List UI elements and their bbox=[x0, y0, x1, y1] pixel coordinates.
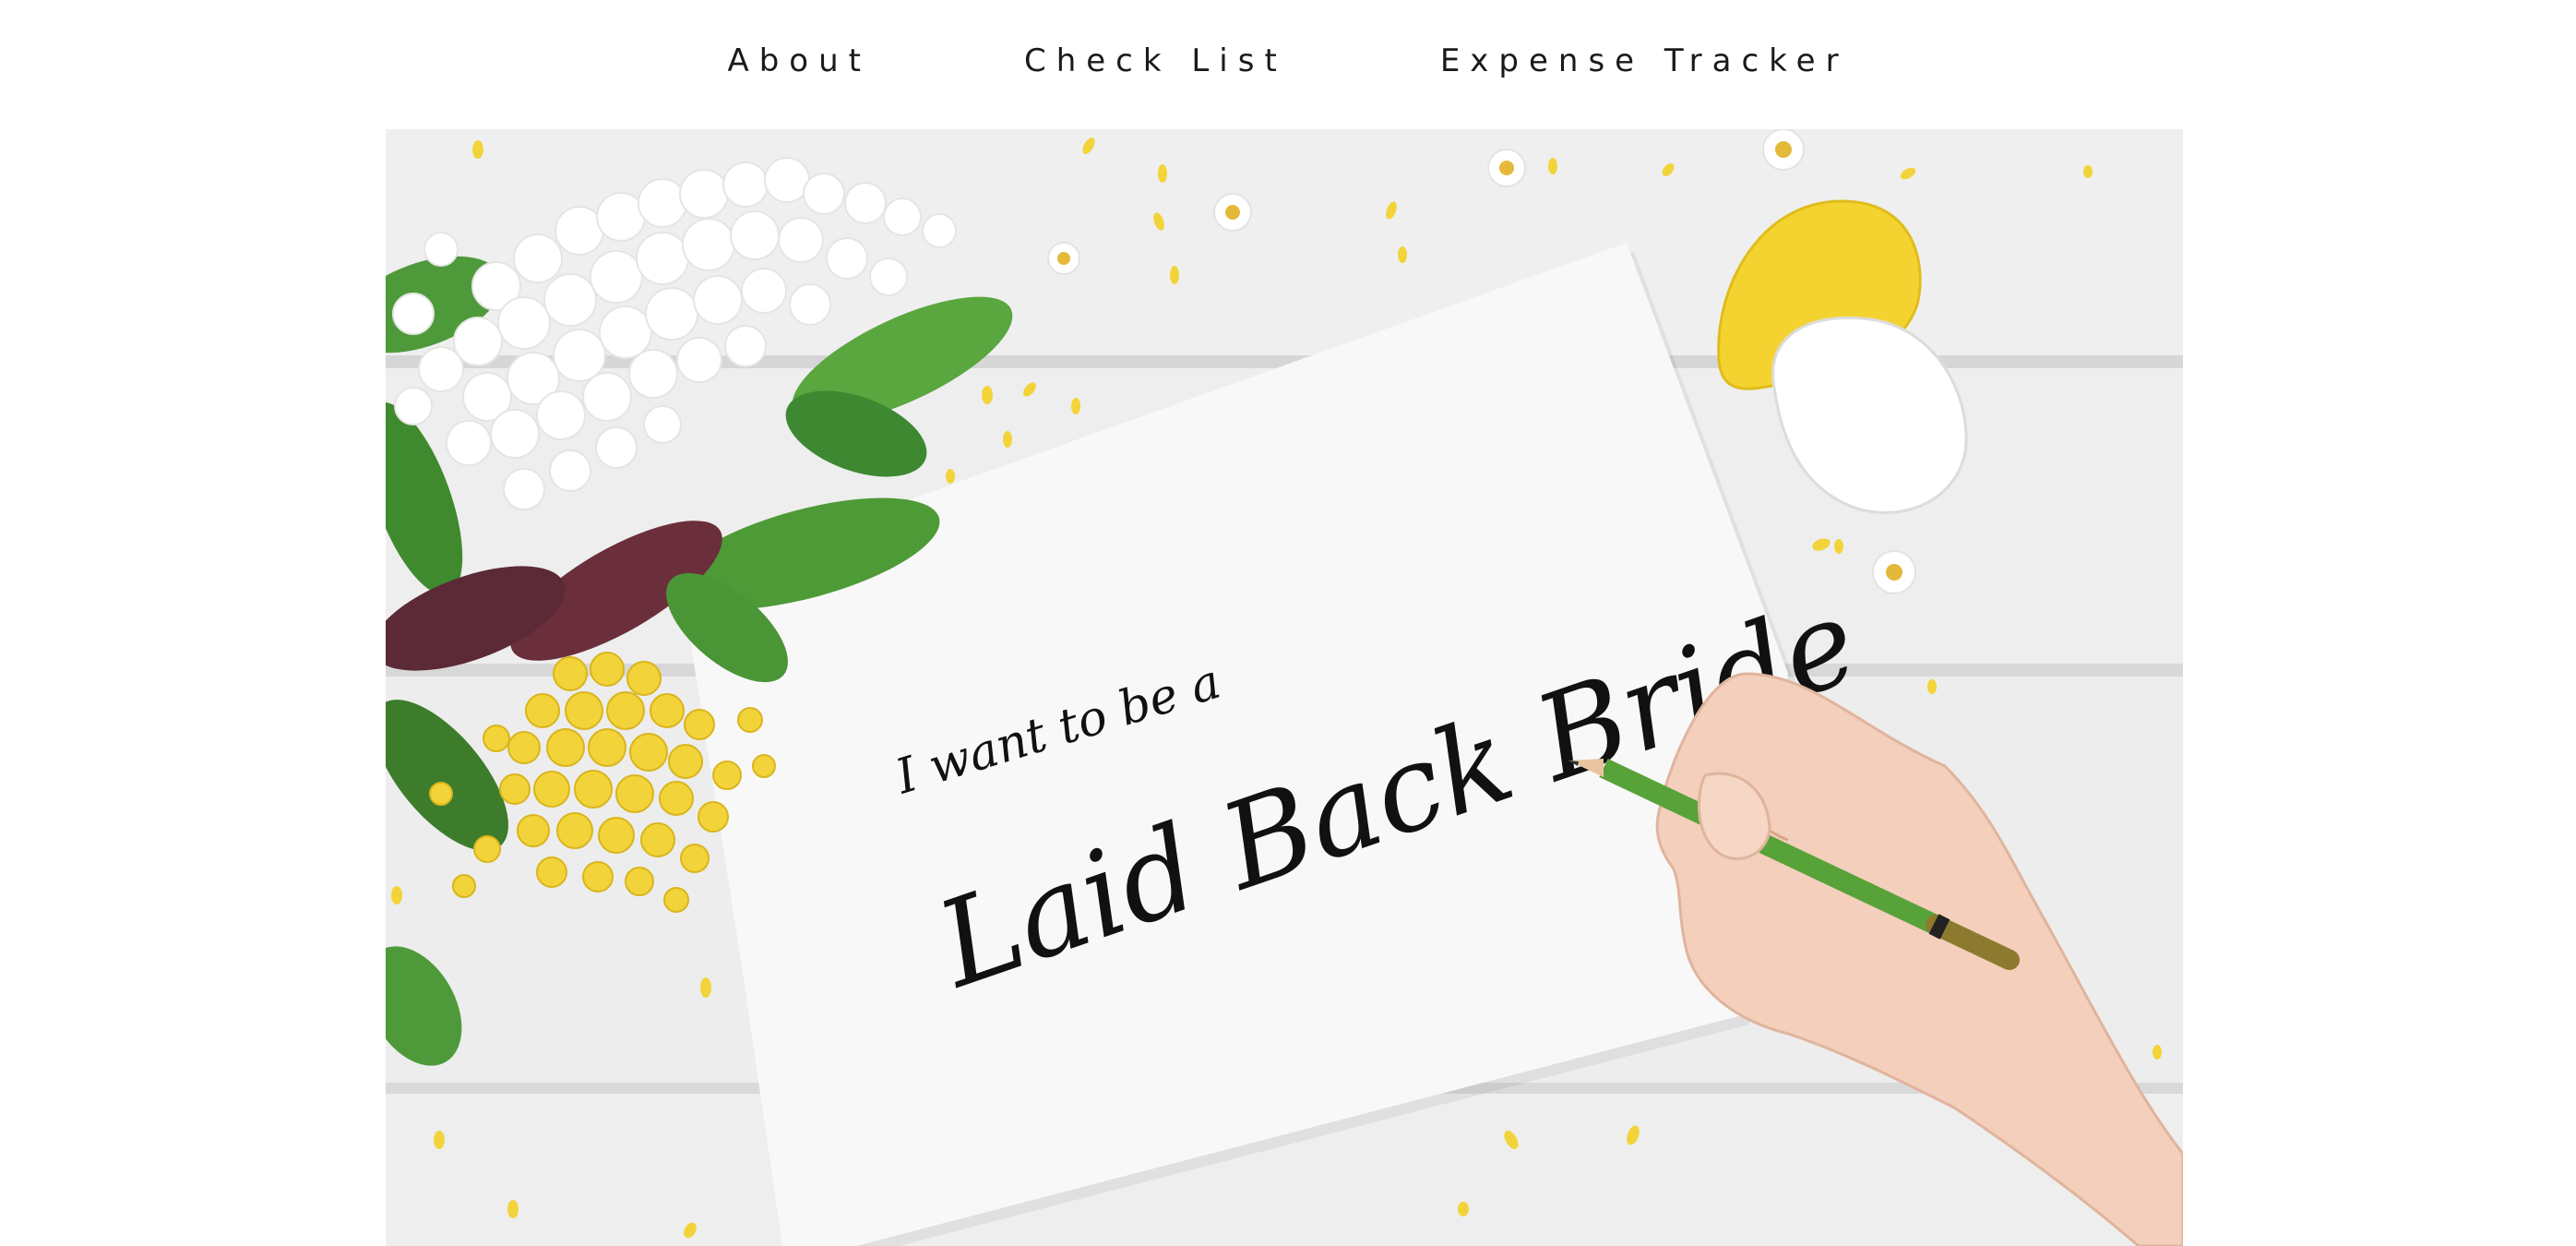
top-navigation: About Check List Expense Tracker bbox=[0, 0, 2576, 122]
nav-item-check-list: Check List bbox=[1017, 37, 1294, 85]
nav-list: About Check List Expense Tracker bbox=[720, 37, 1855, 85]
hero-illustration: I want to be a Laid Back Bride bbox=[386, 129, 2183, 1246]
nav-item-expense-tracker: Expense Tracker bbox=[1433, 37, 1856, 85]
nav-link-about[interactable]: About bbox=[720, 37, 878, 85]
nav-link-check-list[interactable]: Check List bbox=[1017, 37, 1294, 85]
nav-item-about: About bbox=[720, 37, 878, 85]
hero-image: I want to be a Laid Back Bride bbox=[386, 129, 2183, 1246]
nav-link-expense-tracker[interactable]: Expense Tracker bbox=[1433, 37, 1856, 85]
